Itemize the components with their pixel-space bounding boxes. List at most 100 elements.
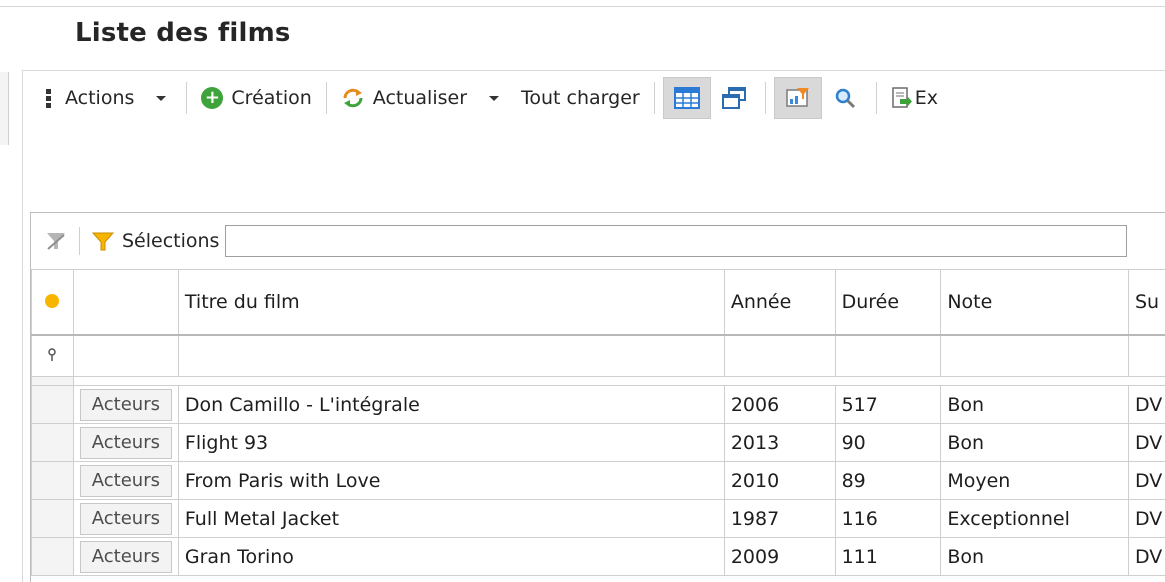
cell-rating[interactable]: Bon xyxy=(940,423,1129,462)
actions-menu-button[interactable]: Actions xyxy=(40,76,178,120)
search-button[interactable] xyxy=(822,78,868,118)
column-header-year[interactable]: Année xyxy=(723,269,836,336)
auto-filter-cell[interactable] xyxy=(834,334,942,377)
selections-button[interactable]: Sélections xyxy=(92,230,219,252)
filter-bar: Sélections xyxy=(31,213,1165,269)
filter-editor-button[interactable] xyxy=(773,77,822,119)
toolbar-separator xyxy=(764,82,766,114)
cell-title[interactable]: Flight 93 xyxy=(177,423,725,462)
row-indicator[interactable] xyxy=(31,499,74,538)
auto-filter-cell[interactable] xyxy=(1127,334,1165,377)
films-grid: Sélections Titre du film Année Durée Not… xyxy=(30,212,1165,582)
column-header-rating[interactable]: Note xyxy=(940,269,1129,336)
top-divider xyxy=(0,6,1165,7)
toolbar-separator xyxy=(186,82,188,114)
table-row[interactable]: Acteurs Gran Torino 2009 111 Bon DV xyxy=(31,537,1165,576)
acteurs-button[interactable]: Acteurs xyxy=(79,426,172,459)
column-header-support[interactable]: Su xyxy=(1127,269,1165,336)
cell-rating[interactable]: Moyen xyxy=(940,461,1129,500)
funnel-icon xyxy=(92,232,114,251)
auto-filter-cell[interactable] xyxy=(72,334,179,377)
cell-duration[interactable]: 90 xyxy=(834,423,942,462)
export-button[interactable]: Ex xyxy=(885,76,944,120)
cell-support[interactable]: DV xyxy=(1127,499,1165,538)
auto-filter-row xyxy=(31,334,1165,377)
chevron-down-icon[interactable] xyxy=(156,95,167,101)
row-indicator[interactable] xyxy=(31,385,74,424)
cell-year[interactable]: 2009 xyxy=(723,537,836,576)
films-table: Titre du film Année Durée Note Su Acteur… xyxy=(31,269,1165,576)
filter-separator xyxy=(79,227,80,255)
main-toolbar: Actions + Création Actualiser Tout charg… xyxy=(40,76,944,120)
detail-cell: Acteurs xyxy=(72,423,179,462)
left-panel-edge xyxy=(0,72,9,145)
selections-input[interactable] xyxy=(225,225,1128,257)
row-indicator[interactable] xyxy=(31,461,74,500)
windows-stack-icon xyxy=(721,87,746,109)
cell-duration[interactable]: 111 xyxy=(834,537,942,576)
auto-filter-cell[interactable] xyxy=(940,334,1129,377)
selections-label: Sélections xyxy=(122,230,220,252)
search-icon xyxy=(835,88,855,109)
creation-label: Création xyxy=(231,87,312,109)
export-icon xyxy=(891,87,912,108)
cell-title[interactable]: Gran Torino xyxy=(177,537,725,576)
acteurs-button[interactable]: Acteurs xyxy=(79,540,172,573)
refresh-button[interactable]: Actualiser xyxy=(335,76,515,120)
pin-icon xyxy=(48,348,57,361)
toolbar-separator xyxy=(875,82,877,114)
spacer-cell xyxy=(31,376,74,386)
table-grid-icon xyxy=(673,87,700,109)
detail-cell: Acteurs xyxy=(72,499,179,538)
cell-support[interactable]: DV xyxy=(1127,385,1165,424)
cell-support[interactable]: DV xyxy=(1127,423,1165,462)
clear-filter-icon[interactable] xyxy=(45,230,67,252)
detail-cell: Acteurs xyxy=(72,537,179,576)
cell-support[interactable]: DV xyxy=(1127,537,1165,576)
cell-support[interactable]: DV xyxy=(1127,461,1165,500)
table-row[interactable]: Acteurs Don Camillo - L'intégrale 2006 5… xyxy=(31,385,1165,424)
status-dot-icon xyxy=(45,294,60,308)
auto-filter-cell[interactable] xyxy=(177,334,725,377)
acteurs-button[interactable]: Acteurs xyxy=(79,388,172,421)
app-window: Liste des films Actions + Création Actua xyxy=(0,0,1165,582)
chevron-down-icon[interactable] xyxy=(489,95,499,101)
auto-filter-indicator xyxy=(31,334,74,377)
cell-duration[interactable]: 517 xyxy=(834,385,942,424)
cell-title[interactable]: Full Metal Jacket xyxy=(177,499,725,538)
grid-view-button[interactable] xyxy=(662,77,711,119)
cell-year[interactable]: 2010 xyxy=(723,461,836,500)
column-header-title[interactable]: Titre du film xyxy=(177,269,725,336)
table-row[interactable]: Acteurs Flight 93 2013 90 Bon DV xyxy=(31,423,1165,462)
acteurs-button[interactable]: Acteurs xyxy=(79,464,172,497)
acteurs-button[interactable]: Acteurs xyxy=(79,502,172,535)
auto-filter-cell[interactable] xyxy=(723,334,836,377)
cell-year[interactable]: 1987 xyxy=(723,499,836,538)
row-indicator[interactable] xyxy=(31,537,74,576)
detail-header xyxy=(72,269,179,336)
cell-duration[interactable]: 89 xyxy=(834,461,942,500)
table-row[interactable]: Acteurs Full Metal Jacket 1987 116 Excep… xyxy=(31,499,1165,538)
cell-rating[interactable]: Bon xyxy=(940,537,1129,576)
vertical-dots-icon xyxy=(46,87,51,110)
cell-rating[interactable]: Bon xyxy=(940,385,1129,424)
column-header-duration[interactable]: Durée xyxy=(834,269,942,336)
refresh-icon xyxy=(341,86,365,110)
cell-year[interactable]: 2006 xyxy=(723,385,836,424)
load-all-label: Tout charger xyxy=(521,87,640,109)
load-all-button[interactable]: Tout charger xyxy=(515,76,646,120)
detail-cell: Acteurs xyxy=(72,461,179,500)
cell-duration[interactable]: 116 xyxy=(834,499,942,538)
table-row[interactable]: Acteurs From Paris with Love 2010 89 Moy… xyxy=(31,461,1165,500)
actions-label: Actions xyxy=(65,87,135,109)
card-view-button[interactable] xyxy=(711,78,757,118)
cell-title[interactable]: Don Camillo - L'intégrale xyxy=(177,385,725,424)
add-circle-icon: + xyxy=(201,87,224,109)
refresh-label: Actualiser xyxy=(372,87,467,109)
page-title: Liste des films xyxy=(75,18,291,48)
cell-year[interactable]: 2013 xyxy=(723,423,836,462)
creation-button[interactable]: + Création xyxy=(195,76,317,120)
cell-title[interactable]: From Paris with Love xyxy=(177,461,725,500)
cell-rating[interactable]: Exceptionnel xyxy=(940,499,1129,538)
row-indicator[interactable] xyxy=(31,423,74,462)
